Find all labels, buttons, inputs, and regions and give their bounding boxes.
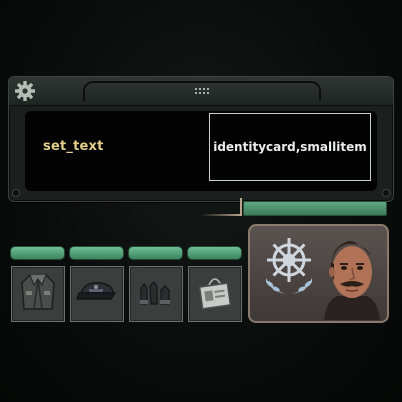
status-bar (187, 246, 242, 260)
jacket-icon (18, 271, 58, 317)
id-card-icon (195, 271, 235, 317)
gear-icon[interactable] (13, 79, 37, 103)
cap-icon (75, 277, 119, 311)
character-portrait[interactable] (248, 224, 389, 323)
field-value-box[interactable]: identitycard,smallitem (209, 113, 371, 181)
status-bar (128, 246, 183, 260)
gloves-icon (135, 276, 177, 312)
inventory-slot-jacket[interactable] (11, 266, 65, 322)
field-value: identitycard,smallitem (213, 140, 367, 154)
editor-panel: set_text identitycard,smallitem (8, 76, 394, 202)
field-label: set_text (43, 139, 104, 154)
inventory-slot-gloves[interactable] (129, 266, 183, 322)
screw-right (382, 189, 390, 197)
panel-header (9, 77, 393, 106)
character-face-icon (318, 234, 384, 321)
connector-vertical (240, 198, 242, 216)
connector-line (200, 214, 242, 216)
panel-content: set_text identitycard,smallitem (25, 111, 377, 191)
drag-handle-icon[interactable] (194, 85, 210, 97)
inventory-slot-cap[interactable] (70, 266, 124, 322)
ship-wheel-emblem-icon (256, 232, 322, 306)
status-bar (10, 246, 65, 260)
character-status-bar (243, 201, 387, 216)
screw-left (12, 189, 20, 197)
status-bar (69, 246, 124, 260)
inventory-slot-id-card[interactable] (188, 266, 242, 322)
